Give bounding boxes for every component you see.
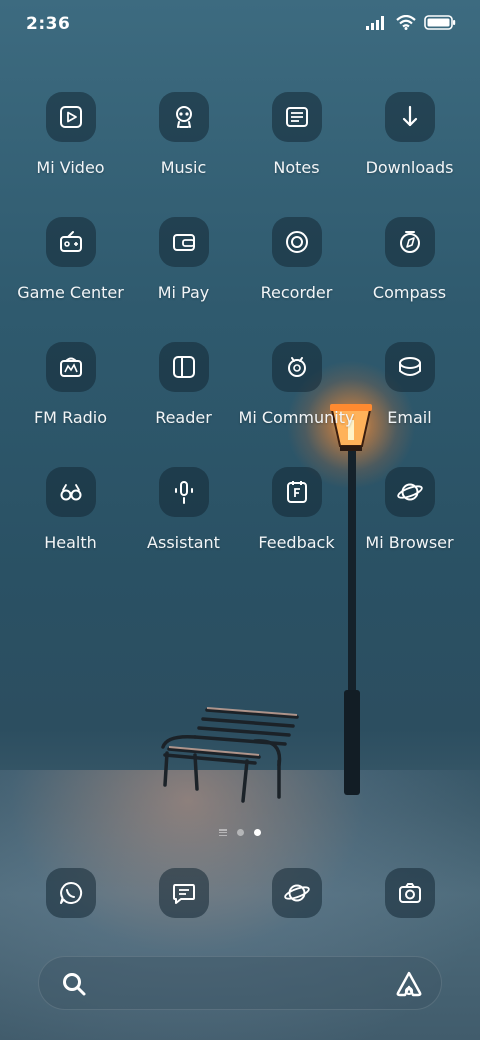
planet-icon — [283, 884, 310, 902]
download-arrow-icon — [402, 105, 417, 127]
app-icon-tile[interactable] — [384, 217, 435, 267]
status-bar: 2:36 — [0, 0, 480, 52]
app-drawer-indicator[interactable] — [219, 829, 227, 836]
microphone-icon — [174, 481, 193, 504]
app-email[interactable]: Email — [353, 342, 466, 440]
planet-icon — [396, 483, 423, 501]
app-recorder[interactable]: Recorder — [240, 217, 353, 315]
app-icon-tile[interactable] — [271, 868, 322, 918]
health-glasses-icon — [60, 484, 81, 501]
app-downloads[interactable]: Downloads — [353, 92, 466, 190]
app-grid: Mi Video Music Notes Downloads Game Center Mi… — [14, 92, 466, 565]
app-label: Music — [160, 158, 207, 177]
app-label: Mi Pay — [157, 283, 210, 302]
app-icon-tile[interactable] — [45, 92, 96, 142]
app-game-center[interactable]: Game Center — [14, 217, 127, 315]
app-mi-browser[interactable]: Mi Browser — [353, 467, 466, 565]
dock-camera[interactable] — [353, 868, 466, 918]
app-label: Mi Browser — [365, 533, 454, 552]
message-icon — [172, 884, 195, 904]
app-icon-tile[interactable] — [271, 342, 322, 392]
app-mi-video[interactable]: Mi Video — [14, 92, 127, 190]
signal-icon — [366, 15, 384, 30]
app-health[interactable]: Health — [14, 467, 127, 565]
book-icon — [172, 356, 195, 378]
app-label: Mi Video — [36, 158, 105, 177]
app-icon-tile[interactable] — [45, 217, 96, 267]
app-label: Email — [387, 408, 432, 427]
app-assistant[interactable]: Assistant — [127, 467, 240, 565]
page-dot-1[interactable] — [237, 829, 244, 836]
app-label: FM Radio — [33, 408, 108, 427]
battery-icon — [424, 15, 456, 30]
app-icon-tile[interactable] — [158, 342, 209, 392]
app-icon-tile[interactable] — [158, 92, 209, 142]
status-time: 2:36 — [26, 14, 71, 34]
wallet-icon — [172, 234, 195, 251]
bench-icon — [161, 707, 299, 803]
app-label: Game Center — [17, 283, 124, 302]
lamp-pole-base — [344, 690, 360, 795]
app-icon-tile[interactable] — [384, 342, 435, 392]
radio-icon — [59, 357, 82, 377]
notes-icon — [285, 107, 308, 127]
app-notes[interactable]: Notes — [240, 92, 353, 190]
page-indicator[interactable] — [0, 829, 480, 836]
app-label: Mi Community — [238, 408, 355, 427]
app-icon-tile[interactable] — [45, 868, 96, 918]
app-icon-tile[interactable] — [45, 342, 96, 392]
page-dot-2[interactable] — [254, 829, 261, 836]
app-feedback[interactable]: Feedback — [240, 467, 353, 565]
dock-messages[interactable] — [127, 868, 240, 918]
video-play-icon — [59, 106, 82, 128]
app-label: Downloads — [365, 158, 454, 177]
app-icon-tile[interactable] — [271, 467, 322, 517]
app-icon-tile[interactable] — [384, 868, 435, 918]
status-icons — [366, 15, 456, 30]
app-icon-tile[interactable] — [384, 467, 435, 517]
music-alien-icon — [175, 106, 192, 128]
app-label: Assistant — [147, 533, 220, 552]
record-icon — [285, 231, 308, 253]
app-label: Reader — [155, 408, 212, 427]
gamepad-icon — [59, 231, 82, 252]
app-label: Recorder — [260, 283, 333, 302]
assistant-logo-icon[interactable] — [395, 970, 423, 998]
app-icon-tile[interactable] — [271, 217, 322, 267]
app-mi-community[interactable]: Mi Community — [238, 342, 355, 440]
app-icon-tile[interactable] — [45, 467, 96, 517]
app-icon-tile[interactable] — [158, 467, 209, 517]
app-label: Feedback — [258, 533, 335, 552]
feedback-icon — [286, 481, 307, 503]
app-music[interactable]: Music — [127, 92, 240, 190]
app-reader[interactable]: Reader — [127, 342, 240, 440]
dock — [14, 868, 466, 918]
wifi-icon — [396, 15, 416, 30]
dock-browser[interactable] — [240, 868, 353, 918]
search-icon[interactable] — [61, 971, 87, 997]
community-icon — [287, 357, 306, 377]
app-label: Notes — [273, 158, 320, 177]
app-compass[interactable]: Compass — [353, 217, 466, 315]
app-label: Compass — [372, 283, 447, 302]
app-icon-tile[interactable] — [158, 217, 209, 267]
app-fm-radio[interactable]: FM Radio — [14, 342, 127, 440]
whatsapp-icon — [59, 881, 82, 904]
compass-icon — [399, 231, 420, 253]
app-icon-tile[interactable] — [271, 92, 322, 142]
search-bar[interactable] — [38, 956, 442, 1010]
app-label: Health — [44, 533, 97, 552]
dock-whatsapp[interactable] — [14, 868, 127, 918]
email-icon — [398, 357, 421, 376]
camera-icon — [398, 883, 421, 903]
app-icon-tile[interactable] — [158, 868, 209, 918]
app-mi-pay[interactable]: Mi Pay — [127, 217, 240, 315]
app-icon-tile[interactable] — [384, 92, 435, 142]
